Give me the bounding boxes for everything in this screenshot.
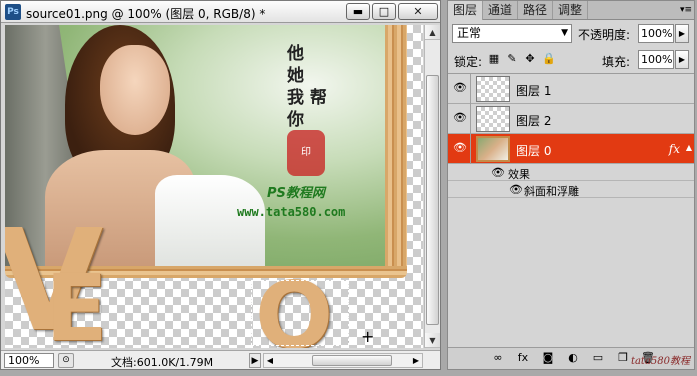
lock-label: 锁定: xyxy=(454,55,483,69)
wood-letter-e: E xyxy=(45,255,108,349)
lock-pixels-icon[interactable]: ✎ xyxy=(506,52,518,66)
blend-row: 正常 ▼ 不透明度: 100% ▶ xyxy=(452,24,690,44)
lock-transparency-icon[interactable]: ▦ xyxy=(488,52,500,66)
opacity-slider-button[interactable]: ▶ xyxy=(675,24,689,43)
lock-row: 锁定: ▦ ✎ ✥ 🔒 填充: 100% ▶ xyxy=(452,50,690,70)
layer-row[interactable]: 👁 图层 1 xyxy=(448,74,694,104)
eye-icon[interactable]: 👁 xyxy=(509,183,523,196)
wood-frame-right xyxy=(385,25,407,275)
document-window: Ps source01.png @ 100% (图层 0, RGB/8) * ▬… xyxy=(0,0,441,370)
calligraphy-poem: 他 她 我 帮 你 xyxy=(287,44,327,130)
scroll-left-button[interactable]: ◀ xyxy=(264,354,276,367)
document-size: 文档:601.0K/1.79M xyxy=(111,356,214,369)
fx-icon[interactable]: fx xyxy=(515,351,531,365)
status-bar: 100% ⊙ 文档:601.0K/1.79M ▶ ◀ ▶ xyxy=(1,350,440,369)
scroll-right-button[interactable]: ▶ xyxy=(410,354,422,367)
panel-tabs: 图层 通道 路径 调整 ▾≡ xyxy=(448,1,694,20)
watermark-text: tata580教程 xyxy=(630,356,690,367)
horizontal-scrollbar[interactable]: ◀ ▶ xyxy=(263,353,423,368)
blend-mode-select[interactable]: 正常 ▼ xyxy=(452,24,572,43)
lock-position-icon[interactable]: ✥ xyxy=(524,52,536,66)
tab-adjustments[interactable]: 调整 xyxy=(553,1,589,19)
panel-menu-icon[interactable]: ▾≡ xyxy=(678,1,694,19)
divider xyxy=(470,134,471,164)
horizontal-scroll-thumb[interactable] xyxy=(312,355,392,366)
chevron-down-icon: ▼ xyxy=(561,28,568,38)
adjustment-icon[interactable]: ◐ xyxy=(565,351,581,365)
crosshair-cursor-icon: + xyxy=(361,327,375,346)
layer-thumbnail xyxy=(476,106,510,132)
fill-slider-button[interactable]: ▶ xyxy=(675,50,689,69)
tab-channels[interactable]: 通道 xyxy=(483,1,519,19)
lock-icons: ▦ ✎ ✥ 🔒 xyxy=(488,52,556,66)
effects-label: 效果 xyxy=(508,168,530,181)
girl-face xyxy=(100,45,170,135)
layers-list: 👁 图层 1 👁 图层 2 👁 图层 0 fx ▲ 👁 效果 👁 斜面和浮雕 xyxy=(448,73,694,333)
tab-paths[interactable]: 路径 xyxy=(518,1,554,19)
divider xyxy=(470,74,471,104)
eye-icon[interactable]: 👁 xyxy=(453,142,467,154)
panel-footer: ∞ fx ◙ ◐ ▭ ❐ 🗑 tata580教程 xyxy=(448,347,694,369)
effects-row[interactable]: 👁 效果 xyxy=(448,164,694,181)
marquee-selection[interactable] xyxy=(251,280,349,346)
zoom-field[interactable]: 100% xyxy=(4,353,54,368)
vertical-scrollbar[interactable]: ▲ ▼ xyxy=(424,25,440,348)
canvas[interactable]: 他 她 我 帮 你 印 PS教程网 www.tata580.com V E O … xyxy=(5,25,423,348)
effect-row-bevel[interactable]: 👁 斜面和浮雕 xyxy=(448,181,694,198)
red-seal: 印 xyxy=(287,130,325,176)
eye-icon[interactable]: 👁 xyxy=(491,166,505,179)
new-layer-icon[interactable]: ❐ xyxy=(615,351,631,365)
fill-field[interactable]: 100% xyxy=(638,50,674,69)
url-text: www.tata580.com xyxy=(237,205,346,219)
fx-icon[interactable]: fx xyxy=(669,142,680,156)
opacity-label: 不透明度: xyxy=(578,28,631,42)
fill-label: 填充: xyxy=(602,55,631,69)
scroll-up-button[interactable]: ▲ xyxy=(425,25,440,40)
document-title: source01.png @ 100% (图层 0, RGB/8) * xyxy=(26,7,266,21)
status-arrow-icon[interactable]: ▶ xyxy=(249,353,261,368)
link-icon[interactable]: ∞ xyxy=(490,351,506,365)
layer-name: 图层 0 xyxy=(516,144,552,158)
document-titlebar[interactable]: Ps source01.png @ 100% (图层 0, RGB/8) * ▬… xyxy=(1,1,440,23)
brand-text: PS教程网 xyxy=(267,186,325,201)
tab-layers[interactable]: 图层 xyxy=(448,1,484,20)
eye-icon[interactable]: 👁 xyxy=(453,112,467,124)
collapse-caret-icon[interactable]: ▲ xyxy=(686,143,692,152)
photoshop-icon: Ps xyxy=(5,4,21,20)
opacity-field[interactable]: 100% xyxy=(638,24,674,43)
status-menu-icon[interactable]: ⊙ xyxy=(58,353,74,368)
scroll-down-button[interactable]: ▼ xyxy=(425,333,440,348)
group-icon[interactable]: ▭ xyxy=(590,351,606,365)
effect-name: 斜面和浮雕 xyxy=(524,185,579,198)
mask-icon[interactable]: ◙ xyxy=(540,351,556,365)
minimize-button[interactable]: ▬ xyxy=(346,3,370,20)
layer-thumbnail xyxy=(476,76,510,102)
eye-icon[interactable]: 👁 xyxy=(453,82,467,94)
blend-mode-value: 正常 xyxy=(457,26,482,40)
close-button[interactable]: ✕ xyxy=(398,3,438,20)
photoshop-app: Ps source01.png @ 100% (图层 0, RGB/8) * ▬… xyxy=(0,0,697,376)
window-controls: ▬ □ ✕ xyxy=(346,3,438,20)
layer-thumbnail xyxy=(476,136,510,162)
divider xyxy=(470,104,471,134)
layer-name: 图层 2 xyxy=(516,114,552,128)
girl-shirt xyxy=(155,175,265,267)
maximize-button[interactable]: □ xyxy=(372,3,396,20)
layer-name: 图层 1 xyxy=(516,84,552,98)
layer-row[interactable]: 👁 图层 2 xyxy=(448,104,694,134)
lock-all-icon[interactable]: 🔒 xyxy=(542,52,556,66)
layer-row-selected[interactable]: 👁 图层 0 fx ▲ xyxy=(448,134,694,164)
layers-panel: 图层 通道 路径 调整 ▾≡ 正常 ▼ 不透明度: 100% ▶ 锁定: ▦ ✎… xyxy=(447,0,695,370)
vertical-scroll-thumb[interactable] xyxy=(426,75,439,325)
